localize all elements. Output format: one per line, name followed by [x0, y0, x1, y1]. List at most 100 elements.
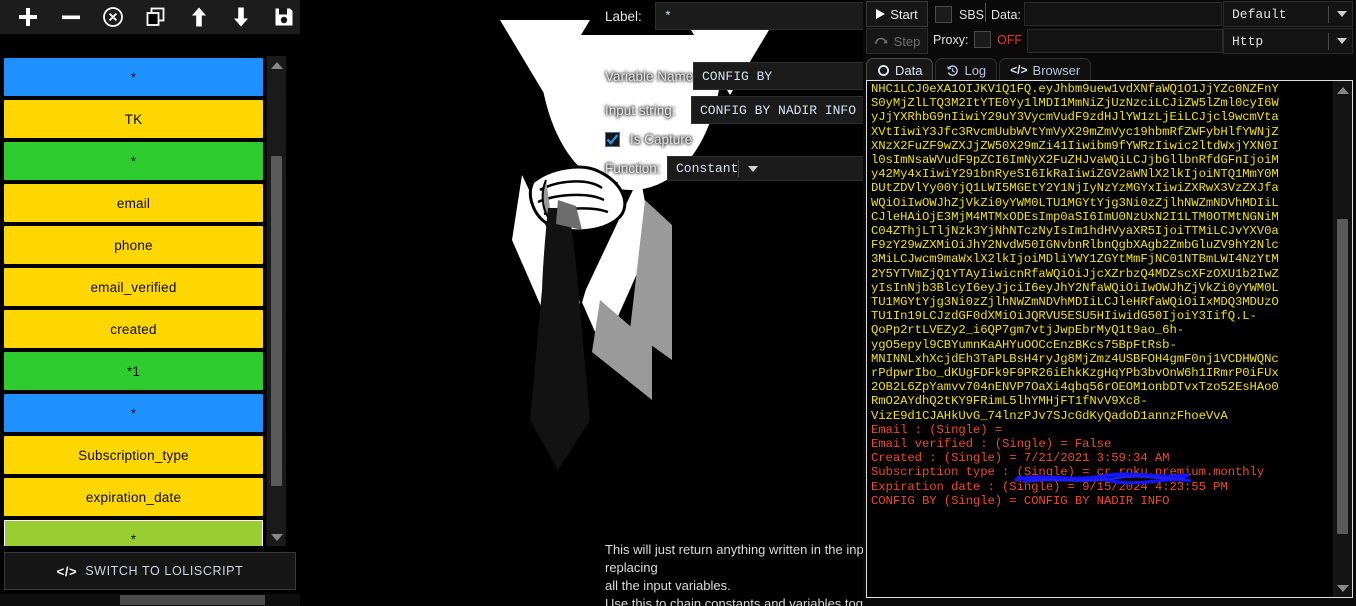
proxy-label: Proxy: [933, 33, 969, 47]
console-result-line: Expiration date : (Single) = 9/15/2024 4… [871, 479, 1228, 494]
scroll-up-arrow[interactable] [267, 56, 287, 74]
input-string-input[interactable]: CONFIG BY NADIR INFO [691, 96, 863, 124]
scroll-down-arrow[interactable] [267, 528, 287, 546]
block-item[interactable]: * [4, 142, 263, 180]
block-item[interactable]: Subscription_type [4, 436, 263, 474]
proxy-checkbox[interactable] [974, 31, 991, 48]
block-item[interactable]: * [4, 394, 263, 432]
variable-name-input[interactable]: CONFIG BY [693, 62, 863, 90]
sbs-checkbox[interactable] [935, 6, 952, 23]
console-line: CJleHAiOjE3MjM4MTMxODEsImp0aSI6ImU0NzUxN… [871, 209, 1279, 224]
input-string-label: Input string: [605, 102, 676, 118]
switch-to-loliscript-label: SWITCH TO LOLISCRIPT [85, 564, 244, 578]
clone-block-button[interactable] [140, 2, 173, 32]
console-line: 3MiLCJwcm9maWxlX2lkIjoiMDliYWY1ZGYtMmFjN… [871, 252, 1279, 267]
block-item-label: * [130, 405, 137, 421]
is-capture-row: Is Capture [605, 132, 692, 147]
console-scroll-track[interactable] [1333, 99, 1353, 579]
function-select[interactable]: Constant [667, 156, 863, 181]
move-block-up-button[interactable] [182, 2, 215, 32]
proxy-type-value: Http [1232, 33, 1264, 49]
block-item-label: created [110, 321, 157, 337]
block-item[interactable]: expiration_date [4, 478, 263, 516]
history-icon [947, 64, 959, 76]
block-item[interactable]: email [4, 184, 263, 222]
data-input[interactable] [1024, 2, 1222, 26]
console-line: XVtIiwiY3Jfc3RvcmUubWVtYmVyX29mZmVyc19hb… [871, 124, 1279, 139]
tab-data[interactable]: Data [866, 58, 934, 81]
tab-log-label: Log [964, 62, 987, 78]
block-item[interactable]: created [4, 310, 263, 348]
wordlist-type-select[interactable]: Default [1223, 1, 1353, 27]
console-scroll-down-arrow[interactable] [1333, 579, 1353, 597]
horizontal-scroll-thumb[interactable] [120, 595, 265, 605]
block-editor-panel: Label: * Variable Name: CONFIG BY Input … [300, 0, 863, 606]
start-button[interactable]: Start [866, 1, 928, 27]
tab-data-label: Data [895, 62, 923, 78]
console-result-line: Email verified : (Single) = False [871, 437, 1112, 452]
label-input[interactable]: * [655, 2, 863, 30]
console-line: WQiOiIwOWJhZjVkZi0yYWM0LTU1MGYtYjg3Ni0zZ… [871, 195, 1279, 210]
console-line: 2Y5YTVmZjQ1YTAyIiwicnRfaWQiOiJjcXZrbzQ4M… [871, 266, 1279, 281]
block-item-label: * [130, 153, 137, 169]
console-result-line: CONFIG BY (Single) = CONFIG BY NADIR INF… [871, 493, 1170, 508]
console-line: DUtZDVlYy00YjQ1LWI5MGEtY2Y1NjIyNzYzMGYxI… [871, 181, 1279, 196]
block-item[interactable]: email_verified [4, 268, 263, 306]
step-button[interactable]: Step [866, 28, 928, 54]
tab-log[interactable]: Log [935, 58, 998, 81]
scroll-thumb[interactable] [270, 156, 282, 486]
console-line: QoPp2rtLVEZy2_i6QP7gm7vtjJwpEbrMyQ1t9ao_… [871, 323, 1185, 338]
disable-block-button[interactable] [97, 2, 130, 32]
is-capture-label: Is Capture [630, 132, 693, 147]
blocks-list[interactable]: * TK * email phone email_verifiedcreated *1 * Su… [0, 56, 266, 546]
console-result-line: Email : (Single) = [871, 422, 1010, 437]
function-label: Function: [605, 161, 661, 176]
help-line-2: all the input variables. [605, 578, 731, 593]
data-console[interactable]: NHC1LCJ0eXA1OIJKV1Q1FQ.eyJhbm9uew1vdXNfa… [866, 80, 1353, 598]
blocks-scrollbar[interactable] [266, 56, 286, 546]
console-line: RmO2AYdhQ2tKY9FRimL5lhYMHjFT1fNvV9Xc8- [871, 394, 1148, 409]
runner-toolbar: Start Step SBS Data: Default Proxy: OFF … [863, 0, 1356, 56]
console-line: ygO5epyl9CBYumnKaAHYuOOCcEnzBKcs75BpFtRs… [871, 337, 1177, 352]
chevron-down-icon [1337, 11, 1347, 17]
is-capture-checkbox[interactable] [605, 132, 620, 147]
move-block-down-button[interactable] [225, 2, 258, 32]
wordlist-type-value: Default [1232, 6, 1287, 22]
block-item[interactable]: * [4, 58, 263, 96]
console-line: TU1In19LCJzdGF0dXMiOiJQRVU5ESU5HIiwidG50… [871, 309, 1257, 324]
tab-browser-label: Browser [1032, 62, 1081, 78]
block-item[interactable]: phone [4, 226, 263, 264]
app-window: * TK * email phone email_verifiedcreated *1 * Su… [0, 0, 1356, 606]
add-block-button[interactable] [12, 2, 45, 32]
block-item-label: email [116, 195, 151, 211]
anonymous-background-image [300, 0, 863, 606]
block-item-label: expiration_date [85, 489, 182, 505]
blocks-toolbar [0, 0, 300, 34]
save-config-button[interactable] [267, 2, 300, 32]
function-select-value: Constant [676, 161, 739, 176]
runner-panel: Start Step SBS Data: Default Proxy: OFF … [863, 0, 1356, 606]
console-result-line: Created : (Single) = 7/21/2021 3:59:34 A… [871, 451, 1170, 466]
blocks-panel: * TK * email phone email_verifiedcreated *1 * Su… [0, 0, 300, 606]
block-item[interactable]: TK [4, 100, 263, 138]
remove-block-button[interactable] [55, 2, 88, 32]
block-item-label: * [130, 531, 137, 547]
console-scroll-thumb[interactable] [1336, 219, 1348, 534]
blocks-list-container: * TK * email phone email_verifiedcreated *1 * Su… [0, 56, 300, 546]
proxy-type-select[interactable]: Http [1223, 28, 1353, 54]
console-line: yJjYXRhbG9nIiwiY29uY3VycmVudF9zdHJlYW1zL… [871, 110, 1279, 125]
block-item[interactable]: * [4, 520, 263, 546]
blocks-horizontal-scrollbar[interactable] [0, 594, 300, 606]
tab-browser[interactable]: </> Browser [999, 58, 1092, 81]
console-scroll-up-arrow[interactable] [1333, 81, 1353, 99]
scroll-track[interactable] [267, 74, 287, 528]
console-line: y42My4xIiwiY291bnRyeSI6IkRaIiwiZGV2aWNlX… [871, 167, 1279, 182]
switch-to-loliscript-button[interactable]: </> SWITCH TO LOLISCRIPT [4, 552, 296, 590]
data-label: Data: [991, 8, 1021, 22]
proxy-input[interactable] [1027, 29, 1223, 53]
console-result-line: Subscription type : (Single) = cr.roku.p… [871, 465, 1265, 480]
block-item[interactable]: *1 [4, 352, 263, 390]
console-scrollbar[interactable] [1332, 81, 1352, 597]
input-string-field-row: Input string: CONFIG BY NADIR INFO [605, 96, 863, 124]
console-line: 2OB2L6ZpYamvv704nENVP7OaXi4qbq56rOEOM1on… [871, 380, 1279, 395]
